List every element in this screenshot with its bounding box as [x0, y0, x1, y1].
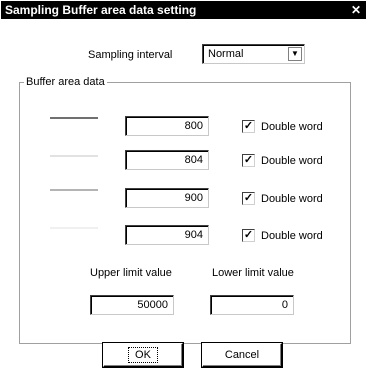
sampling-buffer-dialog: Sampling Buffer area data setting ✕ Samp… [0, 0, 367, 381]
double-word-checkbox-4[interactable]: ✓ [242, 229, 255, 242]
double-word-checkbox-3[interactable]: ✓ [242, 192, 255, 205]
sampling-interval-value: Normal [208, 48, 244, 60]
lower-limit-value: 0 [281, 299, 288, 311]
cancel-button[interactable]: Cancel [202, 343, 282, 367]
buffer-address-value-2: 804 [184, 154, 203, 166]
buffer-address-input-2[interactable]: 804 [125, 150, 209, 170]
close-icon[interactable]: ✕ [349, 3, 363, 17]
double-word-label-3: Double word [261, 193, 323, 205]
series-line-2 [50, 155, 98, 157]
buffer-address-value-1: 800 [184, 120, 203, 132]
cancel-button-label: Cancel [224, 349, 260, 361]
sampling-interval-select[interactable]: Normal ▼ [202, 44, 305, 64]
buffer-address-input-1[interactable]: 800 [125, 116, 209, 136]
double-word-label-2: Double word [261, 155, 323, 167]
double-word-label-4: Double word [261, 230, 323, 242]
series-line-4 [50, 227, 98, 229]
buffer-area-group-label: Buffer area data [24, 75, 107, 89]
lower-limit-input[interactable]: 0 [210, 295, 294, 315]
lower-limit-label: Lower limit value [212, 267, 294, 279]
upper-limit-input[interactable]: 50000 [90, 295, 174, 315]
series-line-1 [50, 117, 98, 119]
upper-limit-value: 50000 [137, 299, 168, 311]
double-word-checkbox-1[interactable]: ✓ [242, 120, 255, 133]
title-bar: Sampling Buffer area data setting ✕ [1, 1, 366, 19]
upper-limit-label: Upper limit value [90, 267, 172, 279]
chevron-down-icon[interactable]: ▼ [288, 47, 302, 61]
buffer-address-input-3[interactable]: 900 [125, 188, 209, 208]
buffer-address-input-4[interactable]: 904 [125, 225, 209, 245]
buffer-address-value-4: 904 [184, 229, 203, 241]
sampling-interval-label: Sampling interval [88, 49, 173, 61]
double-word-checkbox-2[interactable]: ✓ [242, 154, 255, 167]
series-line-3 [50, 189, 98, 191]
ok-button[interactable]: OK [103, 343, 183, 367]
dialog-title: Sampling Buffer area data setting [5, 3, 197, 17]
ok-button-label: OK [128, 347, 158, 363]
buffer-address-value-3: 900 [184, 192, 203, 204]
double-word-label-1: Double word [261, 121, 323, 133]
